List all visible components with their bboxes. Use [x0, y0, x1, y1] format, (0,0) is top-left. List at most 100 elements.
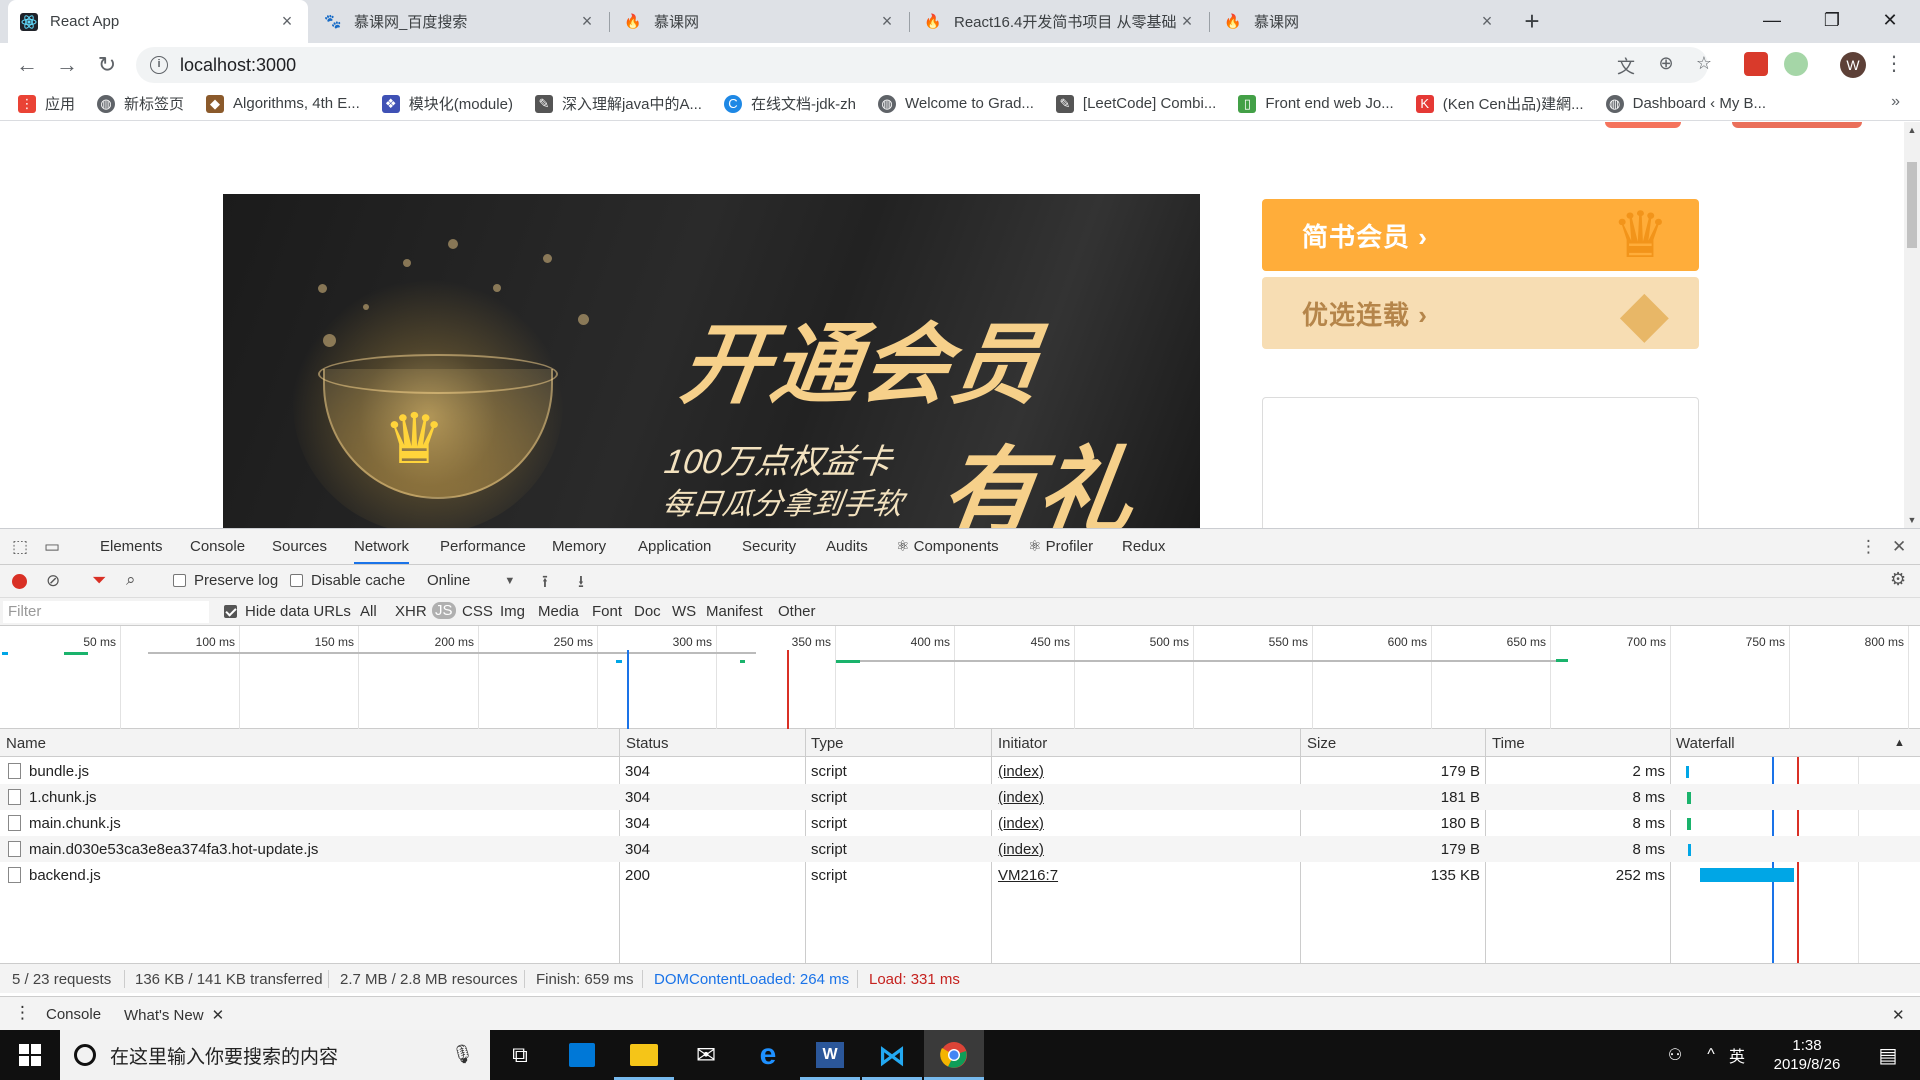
tab-components[interactable]: ⚛ Components — [896, 529, 999, 564]
tab-close-icon[interactable]: × — [878, 11, 896, 32]
browser-tab[interactable]: 🔥 慕课网 × — [612, 0, 908, 43]
drawer-tab-whats-new[interactable]: What's New ✕ — [124, 1006, 225, 1032]
url-text[interactable]: localhost:3000 — [180, 55, 296, 76]
waterfall-bar[interactable] — [1700, 868, 1794, 882]
browser-tab[interactable]: 🔥 React16.4开发简书项目 从零基础 × — [912, 0, 1208, 43]
banner-image[interactable]: ♛ 开通会员 100万点权益卡 每日瓜分拿到手软 有礼 — [223, 194, 1200, 528]
filter-type-ws[interactable]: WS — [672, 603, 696, 620]
filter-type-js[interactable]: JS — [432, 602, 456, 619]
tab-profiler[interactable]: ⚛ Profiler — [1028, 529, 1093, 564]
scrollbar-thumb[interactable] — [1907, 162, 1917, 248]
bookmark-item[interactable]: ✎ [LeetCode] Combi... — [1055, 94, 1216, 113]
filter-type-css[interactable]: CSS — [462, 603, 493, 620]
tab-security[interactable]: Security — [742, 529, 796, 564]
filter-input[interactable]: Filter — [3, 601, 209, 623]
mail-app-icon[interactable]: ✉ — [676, 1030, 736, 1080]
tab-memory[interactable]: Memory — [552, 529, 606, 564]
extension-icon[interactable] — [1784, 52, 1808, 76]
edge-app-icon[interactable]: e — [738, 1030, 798, 1080]
bookmark-item[interactable]: ◆ Algorithms, 4th E... — [206, 94, 360, 113]
devtools-menu-icon[interactable]: ⋮ — [1860, 537, 1877, 557]
profile-avatar[interactable]: W — [1840, 52, 1866, 78]
search-icon[interactable]: ⌕ — [126, 570, 136, 590]
close-drawer-icon[interactable]: ✕ — [1892, 1006, 1905, 1024]
tab-close-icon[interactable]: × — [578, 11, 596, 32]
tab-close-icon[interactable]: × — [1178, 11, 1196, 32]
preserve-log-checkbox[interactable]: Preserve log — [173, 572, 278, 589]
sort-ascending-icon[interactable]: ▲ — [1894, 737, 1905, 749]
filter-type-img[interactable]: Img — [500, 603, 525, 620]
request-initiator-link[interactable]: (index) — [998, 815, 1044, 832]
filter-type-xhr[interactable]: XHR — [395, 603, 427, 620]
vip-card-button[interactable]: 简书会员 › ♛ — [1262, 199, 1699, 271]
header-button[interactable] — [1732, 122, 1862, 128]
table-row[interactable]: bundle.js 304 script (index) 179 B 2 ms — [0, 758, 1920, 784]
bookmark-star-icon[interactable]: ☆ — [1692, 53, 1716, 77]
bookmark-item[interactable]: ⋮ 应用 — [18, 93, 75, 114]
tab-network[interactable]: Network — [354, 529, 410, 564]
network-overview-timeline[interactable]: 50 ms 100 ms 150 ms 200 ms 250 ms 300 ms 350 m… — [0, 626, 1920, 729]
request-name[interactable]: bundle.js — [29, 763, 89, 780]
throttling-select[interactable]: Online ▼ — [427, 572, 515, 589]
request-initiator-link[interactable]: (index) — [998, 789, 1044, 806]
waterfall-bar[interactable] — [1687, 792, 1691, 804]
taskbar-clock[interactable]: 1:38 2019/8/26 — [1752, 1036, 1862, 1074]
tab-close-icon[interactable]: × — [1478, 11, 1496, 32]
bookmark-item[interactable]: ❖ 模块化(module) — [381, 93, 513, 114]
column-type[interactable]: Type — [811, 735, 844, 752]
request-name[interactable]: main.chunk.js — [29, 815, 121, 832]
request-name[interactable]: backend.js — [29, 867, 101, 884]
browser-tab[interactable]: React App × — [8, 0, 308, 43]
import-har-icon[interactable]: ⭱ — [542, 569, 548, 598]
hide-data-urls-checkbox[interactable]: Hide data URLs — [224, 603, 351, 620]
network-settings-gear-icon[interactable]: ⚙ — [1890, 569, 1906, 590]
filter-type-other[interactable]: Other — [778, 603, 816, 620]
bookmark-item[interactable]: ▯ Front end web Jo... — [1238, 94, 1394, 113]
people-icon[interactable]: ⚇ — [1660, 1030, 1690, 1080]
checkbox[interactable] — [290, 574, 303, 587]
filter-type-all[interactable]: All — [360, 603, 377, 620]
bookmark-item[interactable]: K (Ken Cen出品)建網... — [1415, 93, 1584, 114]
file-explorer-app-icon[interactable] — [614, 1030, 674, 1080]
column-initiator[interactable]: Initiator — [998, 735, 1047, 752]
tab-close-icon[interactable]: × — [278, 11, 296, 32]
show-hidden-icons-chevron-icon[interactable]: ^ — [1698, 1030, 1724, 1080]
back-arrow-icon[interactable]: ← — [12, 50, 42, 80]
column-waterfall[interactable]: Waterfall — [1676, 735, 1735, 752]
header-button[interactable] — [1605, 122, 1681, 128]
checkbox[interactable] — [173, 574, 186, 587]
windows-start-button[interactable] — [0, 1030, 60, 1080]
table-row[interactable]: main.chunk.js 304 script (index) 180 B 8… — [0, 810, 1920, 836]
tab-sources[interactable]: Sources — [272, 529, 327, 564]
disable-cache-checkbox[interactable]: Disable cache — [290, 572, 405, 589]
filter-type-media[interactable]: Media — [538, 603, 579, 620]
minimize-icon[interactable]: — — [1742, 0, 1802, 40]
bookmark-item[interactable]: ◍ Dashboard ‹ My B... — [1605, 94, 1766, 113]
bookmark-item[interactable]: ◍ Welcome to Grad... — [877, 94, 1034, 113]
request-name[interactable]: main.d030e53ca3e8ea374fa3.hot-update.js — [29, 841, 318, 858]
waterfall-bar[interactable] — [1686, 766, 1689, 778]
forward-arrow-icon[interactable]: → — [52, 50, 82, 80]
close-devtools-icon[interactable]: ✕ — [1892, 537, 1906, 557]
filter-type-doc[interactable]: Doc — [634, 603, 661, 620]
page-scrollbar[interactable]: ▲ ▼ — [1904, 122, 1920, 528]
tab-redux[interactable]: Redux — [1122, 529, 1165, 564]
column-time[interactable]: Time — [1492, 735, 1525, 752]
task-view-icon[interactable]: ⧉ — [490, 1030, 550, 1080]
filter-funnel-icon[interactable]: ⏷ — [92, 570, 106, 591]
column-size[interactable]: Size — [1307, 735, 1336, 752]
tab-console[interactable]: Console — [190, 529, 245, 564]
record-icon[interactable] — [12, 574, 27, 589]
request-initiator-link[interactable]: (index) — [998, 763, 1044, 780]
bookmark-item[interactable]: C 在线文档-jdk-zh — [723, 93, 856, 114]
browser-menu-icon[interactable]: ⋮ — [1884, 51, 1904, 76]
export-har-icon[interactable]: ⭳ — [578, 569, 584, 598]
checkbox[interactable] — [224, 605, 237, 618]
browser-tab[interactable]: 🔥 慕课网 × — [1212, 0, 1508, 43]
column-status[interactable]: Status — [626, 735, 669, 752]
taskbar-search-box[interactable]: 在这里输入你要搜索的内容 🎙 — [60, 1030, 490, 1080]
drawer-tab-console[interactable]: Console — [46, 1006, 101, 1023]
word-app-icon[interactable]: W — [800, 1030, 860, 1080]
filter-type-font[interactable]: Font — [592, 603, 622, 620]
zoom-icon[interactable]: ⊕ — [1654, 53, 1678, 77]
